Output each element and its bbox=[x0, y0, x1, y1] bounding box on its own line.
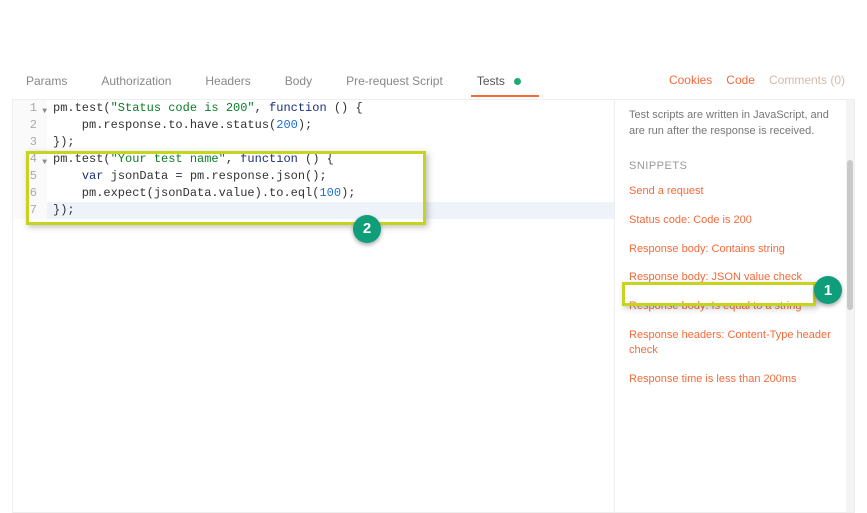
tab-params[interactable]: Params bbox=[22, 64, 71, 96]
code-line[interactable]: 3 }); bbox=[13, 134, 614, 151]
tabs-left: Params Authorization Headers Body Pre-re… bbox=[22, 64, 525, 96]
tab-tests-label: Tests bbox=[477, 74, 505, 88]
gutter: 3 bbox=[13, 134, 47, 151]
code-line[interactable]: 1 ▼ pm.test("Status code is 200", functi… bbox=[13, 100, 614, 117]
line-number: 1 bbox=[30, 101, 37, 115]
tab-headers[interactable]: Headers bbox=[201, 64, 254, 96]
snippet-status-200[interactable]: Status code: Code is 200 bbox=[629, 213, 844, 228]
line-number: 5 bbox=[30, 169, 37, 183]
app-root: Params Authorization Headers Body Pre-re… bbox=[0, 0, 867, 513]
snippet-response-time[interactable]: Response time is less than 200ms bbox=[629, 372, 844, 387]
line-number: 3 bbox=[30, 135, 37, 149]
snippets-title: SNIPPETS bbox=[629, 160, 844, 172]
code-text: pm.expect(jsonData.value).to.eql(100); bbox=[47, 185, 355, 202]
line-number: 2 bbox=[30, 118, 37, 132]
code-text: }); bbox=[47, 134, 75, 151]
tab-tests[interactable]: Tests bbox=[473, 64, 525, 96]
main-area: 1 ▼ pm.test("Status code is 200", functi… bbox=[12, 100, 855, 513]
snippets-list: Send a request Status code: Code is 200 … bbox=[629, 184, 844, 387]
code-lines: 1 ▼ pm.test("Status code is 200", functi… bbox=[13, 100, 614, 219]
cookies-link[interactable]: Cookies bbox=[669, 73, 712, 87]
snippets-desc: Test scripts are written in JavaScript, … bbox=[629, 108, 844, 140]
code-line[interactable]: 7 }); bbox=[13, 202, 614, 219]
gutter: 1 ▼ bbox=[13, 100, 47, 117]
code-text: pm.response.to.have.status(200); bbox=[47, 117, 312, 134]
gutter: 2 bbox=[13, 117, 47, 134]
callout-badge-2: 2 bbox=[353, 215, 381, 243]
code-text: pm.test("Status code is 200", function (… bbox=[47, 100, 363, 117]
comments-link[interactable]: Comments (0) bbox=[769, 73, 845, 87]
code-line[interactable]: 6 pm.expect(jsonData.value).to.eql(100); bbox=[13, 185, 614, 202]
code-text: }); bbox=[47, 202, 75, 219]
snippet-json-value-check[interactable]: Response body: JSON value check bbox=[629, 270, 844, 285]
snippet-body-equal[interactable]: Response body: Is equal to a string bbox=[629, 299, 844, 314]
code-editor[interactable]: 1 ▼ pm.test("Status code is 200", functi… bbox=[13, 100, 614, 512]
snippets-pane: Test scripts are written in JavaScript, … bbox=[614, 100, 854, 512]
gutter: 4 ▼ bbox=[13, 151, 47, 168]
snippet-header-check[interactable]: Response headers: Content-Type header ch… bbox=[629, 328, 844, 358]
gutter: 5 bbox=[13, 168, 47, 185]
tests-active-dot-icon bbox=[514, 78, 521, 85]
tabs-right: Cookies Code Comments (0) bbox=[669, 73, 845, 87]
gutter: 6 bbox=[13, 185, 47, 202]
code-link[interactable]: Code bbox=[726, 73, 755, 87]
code-text: var jsonData = pm.response.json(); bbox=[47, 168, 327, 185]
line-number: 4 bbox=[30, 152, 37, 166]
tab-body[interactable]: Body bbox=[281, 64, 316, 96]
scrollbar-thumb[interactable] bbox=[847, 160, 853, 310]
code-line[interactable]: 2 pm.response.to.have.status(200); bbox=[13, 117, 614, 134]
scrollbar[interactable] bbox=[846, 100, 854, 512]
code-line[interactable]: 5 var jsonData = pm.response.json(); bbox=[13, 168, 614, 185]
line-number: 7 bbox=[30, 203, 37, 217]
snippet-send-request[interactable]: Send a request bbox=[629, 184, 844, 199]
snippet-body-contains[interactable]: Response body: Contains string bbox=[629, 242, 844, 257]
code-text: pm.test("Your test name", function () { bbox=[47, 151, 334, 168]
code-line[interactable]: 4 ▼ pm.test("Your test name", function (… bbox=[13, 151, 614, 168]
tab-authorization[interactable]: Authorization bbox=[97, 64, 175, 96]
tabs-row: Params Authorization Headers Body Pre-re… bbox=[12, 60, 855, 100]
line-number: 6 bbox=[30, 186, 37, 200]
gutter: 7 bbox=[13, 202, 47, 219]
tab-pre-request[interactable]: Pre-request Script bbox=[342, 64, 447, 96]
